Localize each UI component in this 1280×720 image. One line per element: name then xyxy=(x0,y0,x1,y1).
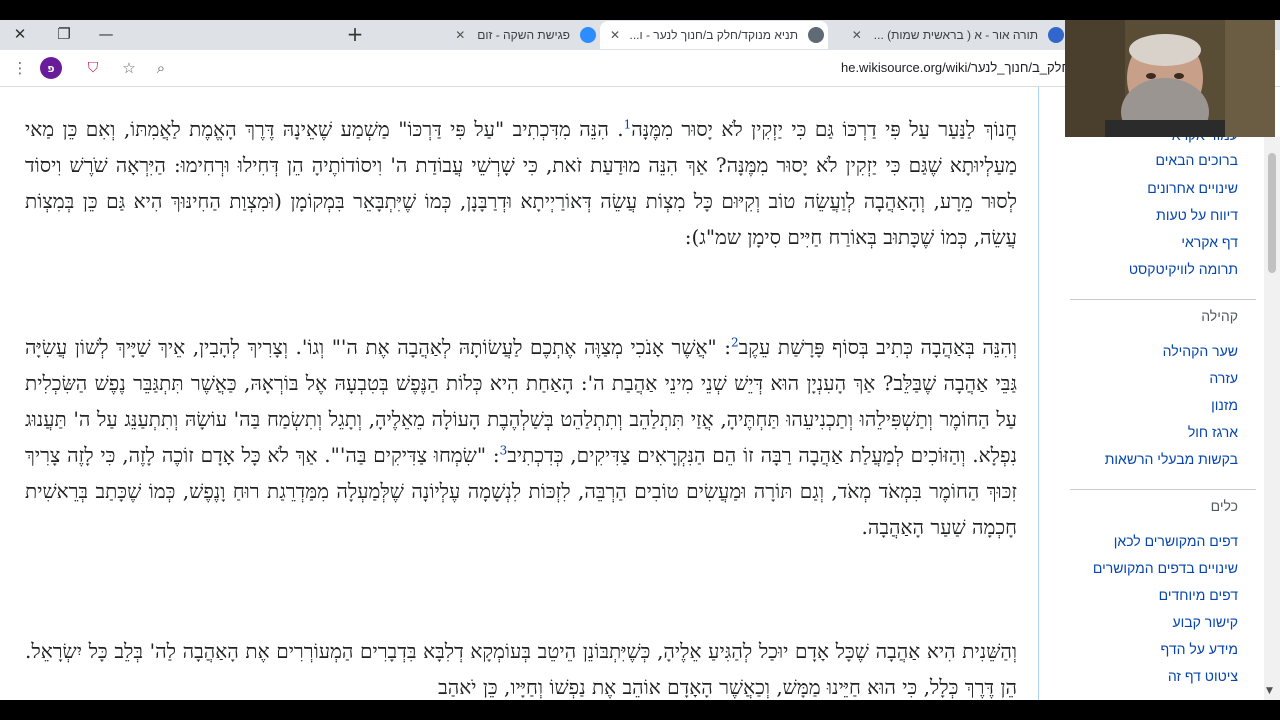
tab-tanya[interactable]: תניא מנוקד/חלק ב/חנוך לנער - ו... ✕ xyxy=(600,21,828,49)
scrollbar-thumb[interactable] xyxy=(1268,153,1276,273)
address-bar[interactable]: he.wikisource.org/wiki/חלק_ב/חנוך_לנער xyxy=(780,60,1070,78)
sidebar-link-cite-page[interactable]: ציטוט דף זה xyxy=(1168,668,1238,684)
paragraph-3: וְהַשֵּׁנִית הִיא אַהֲבָה שֶׁכָּל אָדָם … xyxy=(25,639,1017,699)
sidebar-nav: עמוד אקראי ברוכים הבאים שינויים אחרונים … xyxy=(1042,87,1256,700)
sidebar-link-report-error[interactable]: דיווח על טעות xyxy=(1156,207,1238,223)
tab-title: תניא מנוקד/חלק ב/חנוך לנער - ו... xyxy=(629,28,799,42)
sidebar-link-related-changes[interactable]: שינויים בדפים המקושרים xyxy=(1093,560,1238,576)
sidebar-separator xyxy=(1070,489,1256,490)
close-tab-icon[interactable]: ✕ xyxy=(451,28,465,42)
sidebar-link-donate[interactable]: תרומה לוויקיטקסט xyxy=(1129,261,1238,277)
screen-top-bar xyxy=(0,0,1280,20)
sidebar-link-page-info[interactable]: מידע על הדף xyxy=(1161,641,1238,657)
profile-avatar[interactable]: פ xyxy=(40,57,62,79)
tab-title: פגישת השקה - זום xyxy=(477,28,570,42)
zoom-favicon-icon xyxy=(580,27,596,43)
sidebar-link-permanent-link[interactable]: קישור קבוע xyxy=(1172,614,1238,630)
sidebar-link-recent-changes[interactable]: שינויים אחרונים xyxy=(1147,180,1238,196)
article-content: חֲנוֹךְ לַנַּעַר עַל פִּי דַרְכּוֹ גַּם … xyxy=(0,87,1040,720)
tab-zoom[interactable]: פגישת השקה - זום ✕ xyxy=(378,22,600,48)
sidebar-link-what-links-here[interactable]: דפים המקושרים לכאן xyxy=(1114,533,1238,549)
sidebar-separator xyxy=(1070,299,1256,300)
footnote-2-link[interactable]: 2 xyxy=(731,335,739,349)
sidebar-link-community-portal[interactable]: שער הקהילה xyxy=(1163,343,1238,359)
sidebar-link-welcome[interactable]: ברוכים הבאים xyxy=(1156,152,1238,168)
community-heading[interactable]: קהילה xyxy=(1201,308,1238,324)
tab-title: תורה אור - א ( בראשית שמות) ... xyxy=(873,28,1038,42)
paragraph-1: חֲנוֹךְ לַנַּעַר עַל פִּי דַרְכּוֹ גַּם … xyxy=(25,117,1017,249)
page-scrollbar[interactable] xyxy=(1264,137,1280,700)
tools-heading[interactable]: כלים xyxy=(1211,498,1238,514)
sidebar-link-sandbox[interactable]: ארגז חול xyxy=(1188,424,1238,440)
sidebar-divider xyxy=(1038,87,1039,700)
bookmark-star-icon[interactable]: ☆ xyxy=(118,57,140,79)
wikisource-favicon-icon xyxy=(1048,27,1064,43)
restore-window-icon[interactable]: ❐ xyxy=(46,20,82,48)
menu-dots-icon[interactable]: ⋮ xyxy=(9,57,31,79)
tab-tora-or[interactable]: תורה אור - א ( בראשית שמות) ... ✕ xyxy=(828,22,1068,48)
scroll-down-arrow-icon[interactable]: ▼ xyxy=(1266,686,1273,696)
sidebar-link-special-pages[interactable]: דפים מיוחדים xyxy=(1159,587,1238,603)
screen-bottom-bar xyxy=(0,700,1280,720)
webcam-video-overlay xyxy=(1065,20,1275,137)
wiki-favicon-icon xyxy=(808,27,824,43)
pocket-icon[interactable]: ⛉ xyxy=(82,57,104,79)
sidebar-link-random[interactable]: דף אקראי xyxy=(1181,234,1238,250)
speaker-video-image xyxy=(1065,20,1275,137)
paragraph-2: וְהִנֵּה בְּאַהֲבָה כְּתִיב בְּסוֹף פָּר… xyxy=(25,335,1018,539)
close-window-icon[interactable]: ✕ xyxy=(2,20,38,48)
new-tab-button[interactable]: + xyxy=(344,22,366,46)
sidebar-link-admin-requests[interactable]: בקשות מבעלי הרשאות xyxy=(1105,451,1238,467)
zoom-magnifier-icon[interactable]: ⌕ xyxy=(150,57,172,79)
sidebar-link-help[interactable]: עזרה xyxy=(1209,370,1238,386)
sidebar-link-pub[interactable]: מזנון xyxy=(1211,397,1238,413)
close-tab-icon[interactable]: ✕ xyxy=(848,28,862,42)
minimize-window-icon[interactable]: — xyxy=(88,20,124,48)
close-tab-icon[interactable]: ✕ xyxy=(606,28,620,42)
